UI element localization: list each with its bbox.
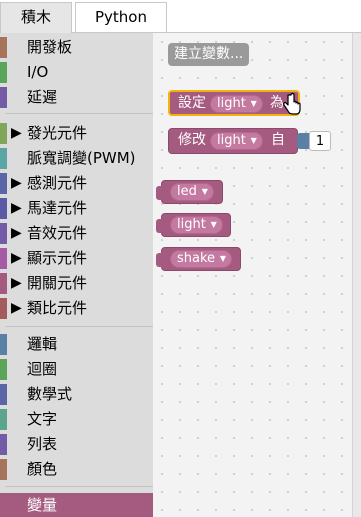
toolbox-item-label: 列表 xyxy=(27,435,58,453)
workspace-scrollbar[interactable] xyxy=(352,33,361,517)
number-value-field[interactable]: 1 xyxy=(309,131,331,151)
toolbox-item-delay[interactable]: 延遲 xyxy=(0,85,153,110)
dropdown-caret-icon: ▼ xyxy=(250,99,257,108)
expand-arrow-icon[interactable]: ▶ xyxy=(11,172,22,195)
category-color xyxy=(0,37,7,58)
change-label: 修改 xyxy=(178,132,206,148)
toolbox-item-label: 開關元件 xyxy=(27,274,88,292)
toolbox-item-label: 類比元件 xyxy=(27,299,88,317)
toolbox-item-loops[interactable]: 迴圈 xyxy=(0,357,153,382)
toolbox-item-label: I/O xyxy=(27,63,49,81)
category-color xyxy=(0,334,7,355)
toolbox-item-text[interactable]: 文字 xyxy=(0,407,153,432)
expand-arrow-icon[interactable]: ▶ xyxy=(11,247,22,270)
dropdown-caret-icon: ▼ xyxy=(250,136,257,145)
toolbox-item-math[interactable]: 數學式 xyxy=(0,382,153,407)
tab-blocks[interactable]: 積木 xyxy=(0,2,72,33)
dropdown-caret-icon: ▼ xyxy=(219,254,227,263)
toolbox-item-label: 馬達元件 xyxy=(27,199,88,217)
create-variable-button[interactable]: 建立變數... xyxy=(168,43,250,66)
category-color xyxy=(0,273,7,294)
dropdown-caret-icon: ▼ xyxy=(210,220,217,229)
variable-dropdown[interactable]: light ▼ xyxy=(210,132,263,150)
expand-arrow-icon[interactable]: ▶ xyxy=(11,272,22,295)
toolbox-item-label: 顏色 xyxy=(27,460,58,478)
category-color xyxy=(0,495,7,516)
toolbox-item-label: 數學式 xyxy=(27,385,73,403)
output-connector xyxy=(156,219,162,233)
variable-block-shake[interactable]: shake ▼ xyxy=(156,247,241,271)
toolbox-item-switch[interactable]: ▶ 開關元件 xyxy=(0,271,153,296)
category-color xyxy=(0,173,7,194)
expand-arrow-icon[interactable]: ▶ xyxy=(11,222,22,245)
variable-dropdown-value: light xyxy=(217,96,246,111)
tab-bar: 積木 Python xyxy=(0,0,361,33)
toolbox-item-label: 發光元件 xyxy=(27,124,88,142)
by-label: 自 xyxy=(271,132,285,148)
variable-block-light[interactable]: light ▼ xyxy=(156,213,231,237)
expand-arrow-icon[interactable]: ▶ xyxy=(11,122,22,145)
output-connector xyxy=(156,186,162,200)
toolbox-item-label: 音效元件 xyxy=(27,224,88,242)
variable-dropdown[interactable]: light ▼ xyxy=(170,216,223,234)
toolbox-separator xyxy=(5,326,153,327)
toolbox-item-label: 感測元件 xyxy=(27,174,88,192)
category-color xyxy=(0,409,7,430)
toolbox-item-variables[interactable]: 變量 xyxy=(0,493,153,517)
variable-dropdown-value: shake xyxy=(177,251,216,266)
toolbox-item-colour[interactable]: 顏色 xyxy=(0,457,153,482)
output-connector xyxy=(156,253,162,267)
toolbox-item-light[interactable]: ▶ 發光元件 xyxy=(0,121,153,146)
category-color xyxy=(0,62,7,83)
toolbox-separator xyxy=(5,486,153,487)
toolbox-item-analog[interactable]: ▶ 類比元件 xyxy=(0,296,153,321)
toolbox-item-label: 脈寬調變(PWM) xyxy=(27,149,136,167)
expand-arrow-icon[interactable]: ▶ xyxy=(11,197,22,220)
toolbox-item-display[interactable]: ▶ 顯示元件 xyxy=(0,246,153,271)
toolbox-item-label: 開發板 xyxy=(27,38,73,56)
variable-dropdown-value: led xyxy=(177,184,197,199)
variable-dropdown-value: light xyxy=(217,133,246,148)
variable-dropdown[interactable]: shake ▼ xyxy=(170,250,233,268)
variable-dropdown[interactable]: light ▼ xyxy=(210,95,263,113)
tab-python[interactable]: Python xyxy=(75,2,167,33)
variable-dropdown-value: light xyxy=(177,217,206,232)
toolbox-item-label: 邏輯 xyxy=(27,335,58,353)
category-color xyxy=(0,434,7,455)
toolbox-item-label: 變量 xyxy=(27,496,58,514)
category-color xyxy=(0,148,7,169)
change-variable-block[interactable]: 修改 light ▼ 自 xyxy=(168,128,298,154)
toolbox-item-sensor[interactable]: ▶ 感測元件 xyxy=(0,171,153,196)
variable-block-led[interactable]: led ▼ xyxy=(156,180,223,204)
expand-arrow-icon[interactable]: ▶ xyxy=(11,297,22,320)
category-color xyxy=(0,123,7,144)
toolbox: 開發板 I/O 延遲 ▶ 發光元件 脈寬調變(PWM) ▶ 感測元件 ▶ 馬達元… xyxy=(0,33,153,517)
toolbox-separator xyxy=(5,113,153,114)
toolbox-item-label: 迴圈 xyxy=(27,360,58,378)
dropdown-caret-icon: ▼ xyxy=(201,187,208,196)
category-color xyxy=(0,459,7,480)
category-color xyxy=(0,248,7,269)
toolbox-item-pwm[interactable]: 脈寬調變(PWM) xyxy=(0,146,153,171)
toolbox-item-lists[interactable]: 列表 xyxy=(0,432,153,457)
toolbox-item-motor[interactable]: ▶ 馬達元件 xyxy=(0,196,153,221)
category-color xyxy=(0,384,7,405)
toolbox-item-sound[interactable]: ▶ 音效元件 xyxy=(0,221,153,246)
toolbox-item-label: 延遲 xyxy=(27,88,58,106)
set-label: 設定 xyxy=(178,95,206,111)
variable-dropdown[interactable]: led ▼ xyxy=(170,183,214,201)
category-color xyxy=(0,359,7,380)
category-color xyxy=(0,223,7,244)
category-color xyxy=(0,298,7,319)
toolbox-item-io[interactable]: I/O xyxy=(0,60,153,85)
hand-cursor-icon xyxy=(283,92,301,115)
toolbox-item-label: 顯示元件 xyxy=(27,249,88,267)
category-color xyxy=(0,198,7,219)
toolbox-item-label: 文字 xyxy=(27,410,58,428)
toolbox-item-logic[interactable]: 邏輯 xyxy=(0,332,153,357)
category-color xyxy=(0,87,7,108)
toolbox-item-board[interactable]: 開發板 xyxy=(0,35,153,60)
